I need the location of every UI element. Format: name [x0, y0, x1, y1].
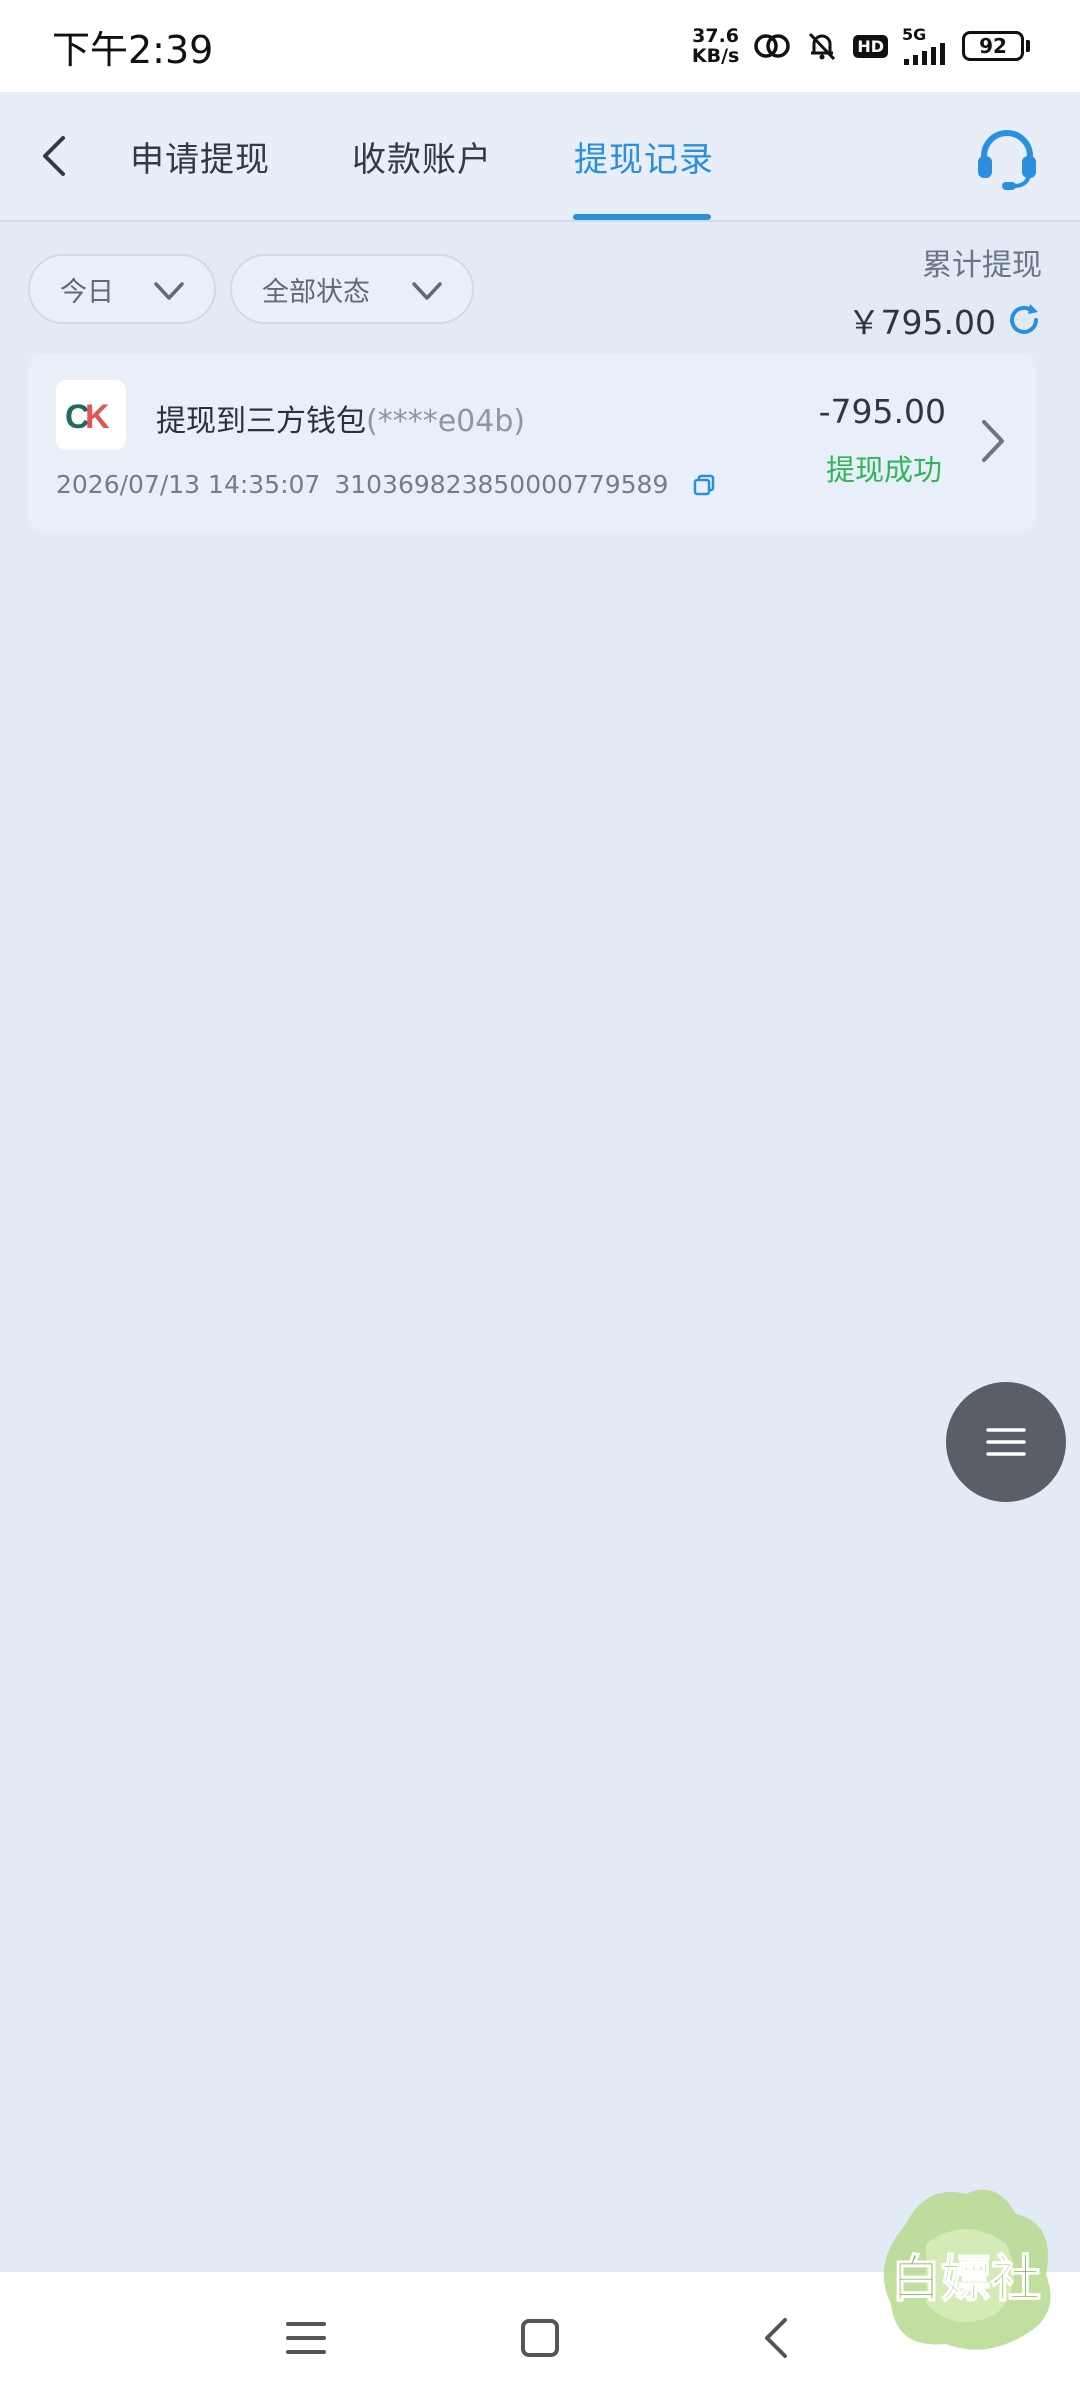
support-button[interactable] — [974, 126, 1040, 192]
nav-home-button[interactable] — [512, 2310, 568, 2366]
chevron-left-icon — [765, 2318, 787, 2358]
network-type: 5G — [902, 25, 927, 44]
nav-menu-button[interactable] — [278, 2310, 334, 2366]
refresh-icon[interactable] — [1006, 302, 1042, 338]
chevron-left-icon — [43, 136, 65, 176]
top-nav: 申请提现 收款账户 提现记录 — [0, 92, 1080, 222]
record-account-mask: (****e04b) — [366, 404, 526, 439]
date-filter-label: 今日 — [60, 276, 114, 308]
record-title: 提现到三方钱包(****e04b) — [156, 396, 525, 440]
total-withdraw-label: 累计提现 — [922, 248, 1042, 283]
record-order-no: 310369823850000779589 — [334, 470, 669, 499]
copy-icon — [694, 474, 715, 495]
back-button[interactable] — [26, 128, 82, 184]
hd-badge: HD — [853, 34, 888, 58]
battery: 92 — [962, 31, 1030, 61]
date-filter[interactable]: 今日 — [28, 254, 216, 324]
chevron-down-icon — [154, 282, 184, 300]
net-speed: 37.6 KB/s — [692, 26, 739, 66]
watermark-text: 白嫖社 — [891, 2249, 1041, 2308]
headset-icon — [978, 130, 1036, 190]
tab-apply-withdraw[interactable]: 申请提现 — [130, 132, 270, 181]
tab-withdraw-records[interactable]: 提现记录 — [574, 132, 714, 181]
bell-muted-icon — [809, 32, 836, 61]
link-icon — [754, 34, 791, 58]
menu-icon — [286, 2322, 326, 2354]
withdraw-record-item[interactable]: C K 提现到三方钱包(****e04b) 2026/07/13 14:35:0… — [28, 354, 1036, 532]
tab-payee-account[interactable]: 收款账户 — [352, 132, 492, 181]
menu-icon — [986, 1428, 1026, 1456]
status-bar: 下午2:39 37.6 KB/s HD 5G 92 — [0, 0, 1080, 92]
ck-logo-icon: C K — [65, 398, 110, 435]
status-icons: 37.6 KB/s HD 5G 92 — [692, 26, 1030, 66]
record-amount: -795.00 — [818, 392, 946, 431]
watermark-logo: 白嫖社 — [883, 2189, 1051, 2350]
record-status: 提现成功 — [825, 453, 942, 487]
record-title-text: 提现到三方钱包 — [156, 404, 366, 439]
chevron-right-icon — [982, 420, 1004, 462]
nav-back-button[interactable] — [748, 2310, 804, 2366]
logo-k: K — [85, 398, 110, 435]
floating-menu-button[interactable] — [946, 1382, 1066, 1502]
status-time: 下午2:39 — [52, 27, 214, 72]
wallet-logo: C K — [56, 380, 126, 450]
copy-button[interactable] — [692, 473, 716, 497]
net-speed-unit: KB/s — [691, 45, 740, 67]
cell-signal: 5G — [902, 27, 948, 65]
chevron-down-icon — [412, 282, 442, 300]
battery-tip — [1026, 40, 1030, 52]
net-speed-value: 37.6 — [692, 25, 740, 47]
record-datetime: 2026/07/13 14:35:07 — [56, 470, 321, 499]
active-tab-indicator — [573, 214, 711, 220]
square-icon — [521, 2319, 559, 2357]
status-filter[interactable]: 全部状态 — [230, 254, 474, 324]
status-filter-label: 全部状态 — [262, 276, 370, 308]
signal-icon — [904, 43, 945, 65]
total-withdraw-amount: ￥795.00 — [847, 303, 996, 342]
battery-level: 92 — [962, 31, 1024, 61]
total-withdraw: ￥795.00 — [848, 296, 1042, 344]
record-meta: 2026/07/13 14:35:07 31036982385000077958… — [56, 470, 716, 499]
